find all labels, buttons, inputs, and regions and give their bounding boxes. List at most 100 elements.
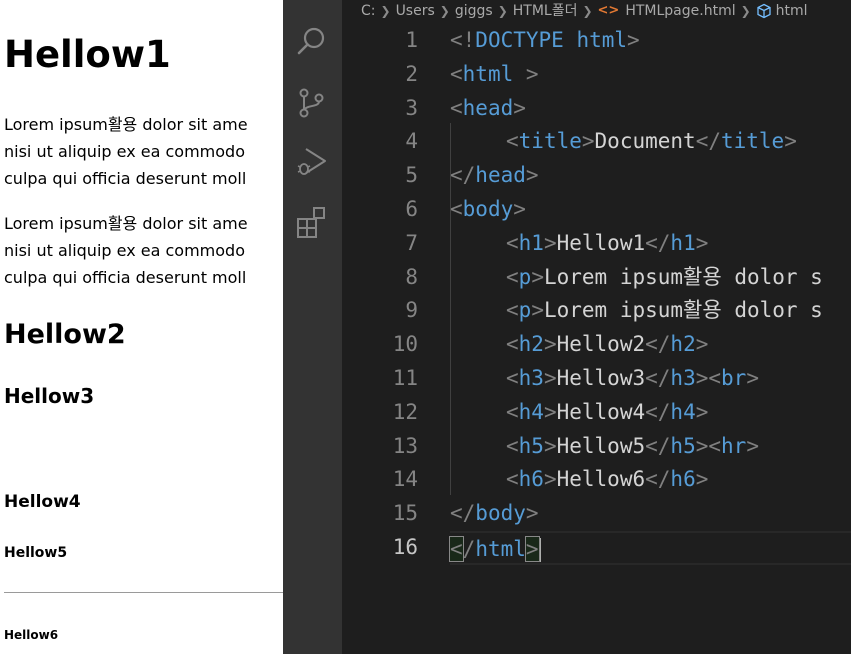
extensions-icon[interactable] xyxy=(295,205,329,239)
html-file-icon: <> xyxy=(597,3,620,18)
code-line[interactable]: </body> xyxy=(450,497,851,531)
token-punct: < xyxy=(450,95,463,120)
token-punct: < xyxy=(450,196,463,221)
paragraph-line: nisi ut aliquip ex ea commodo xyxy=(4,142,245,161)
code-line[interactable]: <h2>Hellow2</h2> xyxy=(450,328,851,362)
token-punct: > xyxy=(543,230,557,255)
token-punct: < xyxy=(506,332,519,357)
token-tag: h4 xyxy=(670,399,696,424)
token-punct: </ xyxy=(645,399,671,424)
token-text: Lorem ipsum활용 dolor s xyxy=(543,264,823,289)
line-number: 2 xyxy=(405,61,418,86)
token-tag: title xyxy=(518,129,582,154)
token-tag: h3 xyxy=(670,365,696,390)
code-line[interactable]: <h6>Hellow6</h6> xyxy=(450,463,851,497)
code-line[interactable]: <h5>Hellow5</h5><hr> xyxy=(450,430,851,464)
code-line[interactable]: <p>Lorem ipsum활용 dolor s xyxy=(450,294,851,328)
matched-bracket: > xyxy=(524,535,540,562)
code-line[interactable]: <!DOCTYPE html> xyxy=(450,24,851,58)
breadcrumb-item[interactable]: giggs xyxy=(455,0,493,22)
token-text: Hellow2 xyxy=(556,332,646,357)
text-cursor xyxy=(538,537,541,562)
symbol-element-icon xyxy=(756,3,772,19)
token-punct: >< xyxy=(695,365,722,390)
code-line[interactable]: <h3>Hellow3</h3><br> xyxy=(450,362,851,396)
code-line[interactable]: <body> xyxy=(450,193,851,227)
token-punct: > xyxy=(513,61,539,86)
paragraph-line: nisi ut aliquip ex ea commodo xyxy=(4,241,245,260)
line-number-gutter: 1 2 3 4 5 6 7 8 9 10 11 12 13 14 15 16 xyxy=(342,24,418,565)
token-punct: > xyxy=(695,230,709,255)
line-number: 6 xyxy=(405,196,418,221)
token-punct: </ xyxy=(645,467,671,492)
code-area[interactable]: <!DOCTYPE html> <html > <head> <title>Do… xyxy=(449,24,851,565)
line-number: 5 xyxy=(405,163,418,188)
token-tag: h5 xyxy=(518,433,544,458)
token-punct: < xyxy=(450,61,463,86)
current-code-line[interactable]: </html> xyxy=(449,530,851,565)
breadcrumb-item[interactable]: HTML폴더 xyxy=(513,0,578,22)
browser-preview: Hellow1 Lorem ipsum활용 dolor sit ame nisi… xyxy=(0,0,283,654)
preview-h3: Hellow3 xyxy=(4,384,95,408)
breadcrumb-item[interactable]: Users xyxy=(396,0,435,22)
run-debug-icon[interactable] xyxy=(295,144,329,178)
line-number: 8 xyxy=(405,264,418,289)
token-tag: h4 xyxy=(518,399,544,424)
token-punct: >< xyxy=(695,433,722,458)
token-punct: < xyxy=(506,230,519,255)
token-punct: > xyxy=(627,28,640,52)
token-tag: h1 xyxy=(670,230,696,255)
token-punct: > xyxy=(513,95,526,120)
source-control-icon[interactable] xyxy=(295,86,329,120)
paragraph-line: Lorem ipsum활용 dolor sit ame xyxy=(4,115,248,134)
token-punct: < xyxy=(506,433,519,458)
code-line[interactable]: <title>Document</title> xyxy=(450,125,851,159)
line-number: 12 xyxy=(392,399,418,424)
code-editor-window: C: ❯ Users ❯ giggs ❯ HTML폴더 ❯ <> HTMLpag… xyxy=(283,0,851,654)
token-punct: < xyxy=(506,399,519,424)
activity-bar xyxy=(283,0,342,654)
preview-h2: Hellow2 xyxy=(4,319,126,350)
token-tag: html xyxy=(576,28,628,52)
code-line[interactable]: <head> xyxy=(450,92,851,126)
preview-paragraph-1: Lorem ipsum활용 dolor sit ame nisi ut aliq… xyxy=(4,111,248,192)
token-punct: < xyxy=(506,129,519,154)
token-punct: > xyxy=(543,365,557,390)
code-line[interactable]: </head> xyxy=(450,159,851,193)
code-line[interactable]: <h4>Hellow4</h4> xyxy=(450,396,851,430)
token-tag: html xyxy=(462,61,514,86)
token-tag: head xyxy=(462,95,514,120)
search-icon[interactable] xyxy=(295,24,329,58)
line-number: 7 xyxy=(405,230,418,255)
token-tag: hr xyxy=(721,433,747,458)
token-punct: <! xyxy=(450,28,476,52)
token-punct: > xyxy=(543,433,557,458)
code-line[interactable]: <html > xyxy=(450,58,851,92)
current-line-number: 16 xyxy=(392,534,418,559)
token-tag: br xyxy=(721,365,747,390)
breadcrumb-item[interactable]: html xyxy=(776,0,808,22)
breadcrumb-item[interactable]: HTMLpage.html xyxy=(625,0,735,22)
token-punct: </ xyxy=(450,501,476,526)
token-text: Hellow6 xyxy=(556,467,646,492)
token-tag: h6 xyxy=(670,467,696,492)
line-number: 1 xyxy=(405,28,418,52)
breadcrumb-item[interactable]: C: xyxy=(361,0,376,22)
code-line[interactable]: <h1>Hellow1</h1> xyxy=(450,227,851,261)
breadcrumb: C: ❯ Users ❯ giggs ❯ HTML폴더 ❯ <> HTMLpag… xyxy=(361,0,808,22)
chevron-right-icon: ❯ xyxy=(740,4,751,18)
token-punct: </ xyxy=(695,129,721,154)
token-punct: > xyxy=(513,196,526,221)
preview-h6: Hellow6 xyxy=(4,628,59,642)
token-punct: > xyxy=(784,129,797,154)
token-text: Hellow5 xyxy=(556,433,646,458)
token-punct: > xyxy=(543,399,557,424)
code-line[interactable]: <p>Lorem ipsum활용 dolor s xyxy=(450,261,851,295)
token-punct: </ xyxy=(450,163,476,188)
token-punct: < xyxy=(506,467,519,492)
token-tag: p xyxy=(518,264,532,289)
screen: Hellow1 Lorem ipsum활용 dolor sit ame nisi… xyxy=(0,0,851,654)
line-number: 13 xyxy=(392,433,418,458)
chevron-right-icon: ❯ xyxy=(497,4,508,18)
